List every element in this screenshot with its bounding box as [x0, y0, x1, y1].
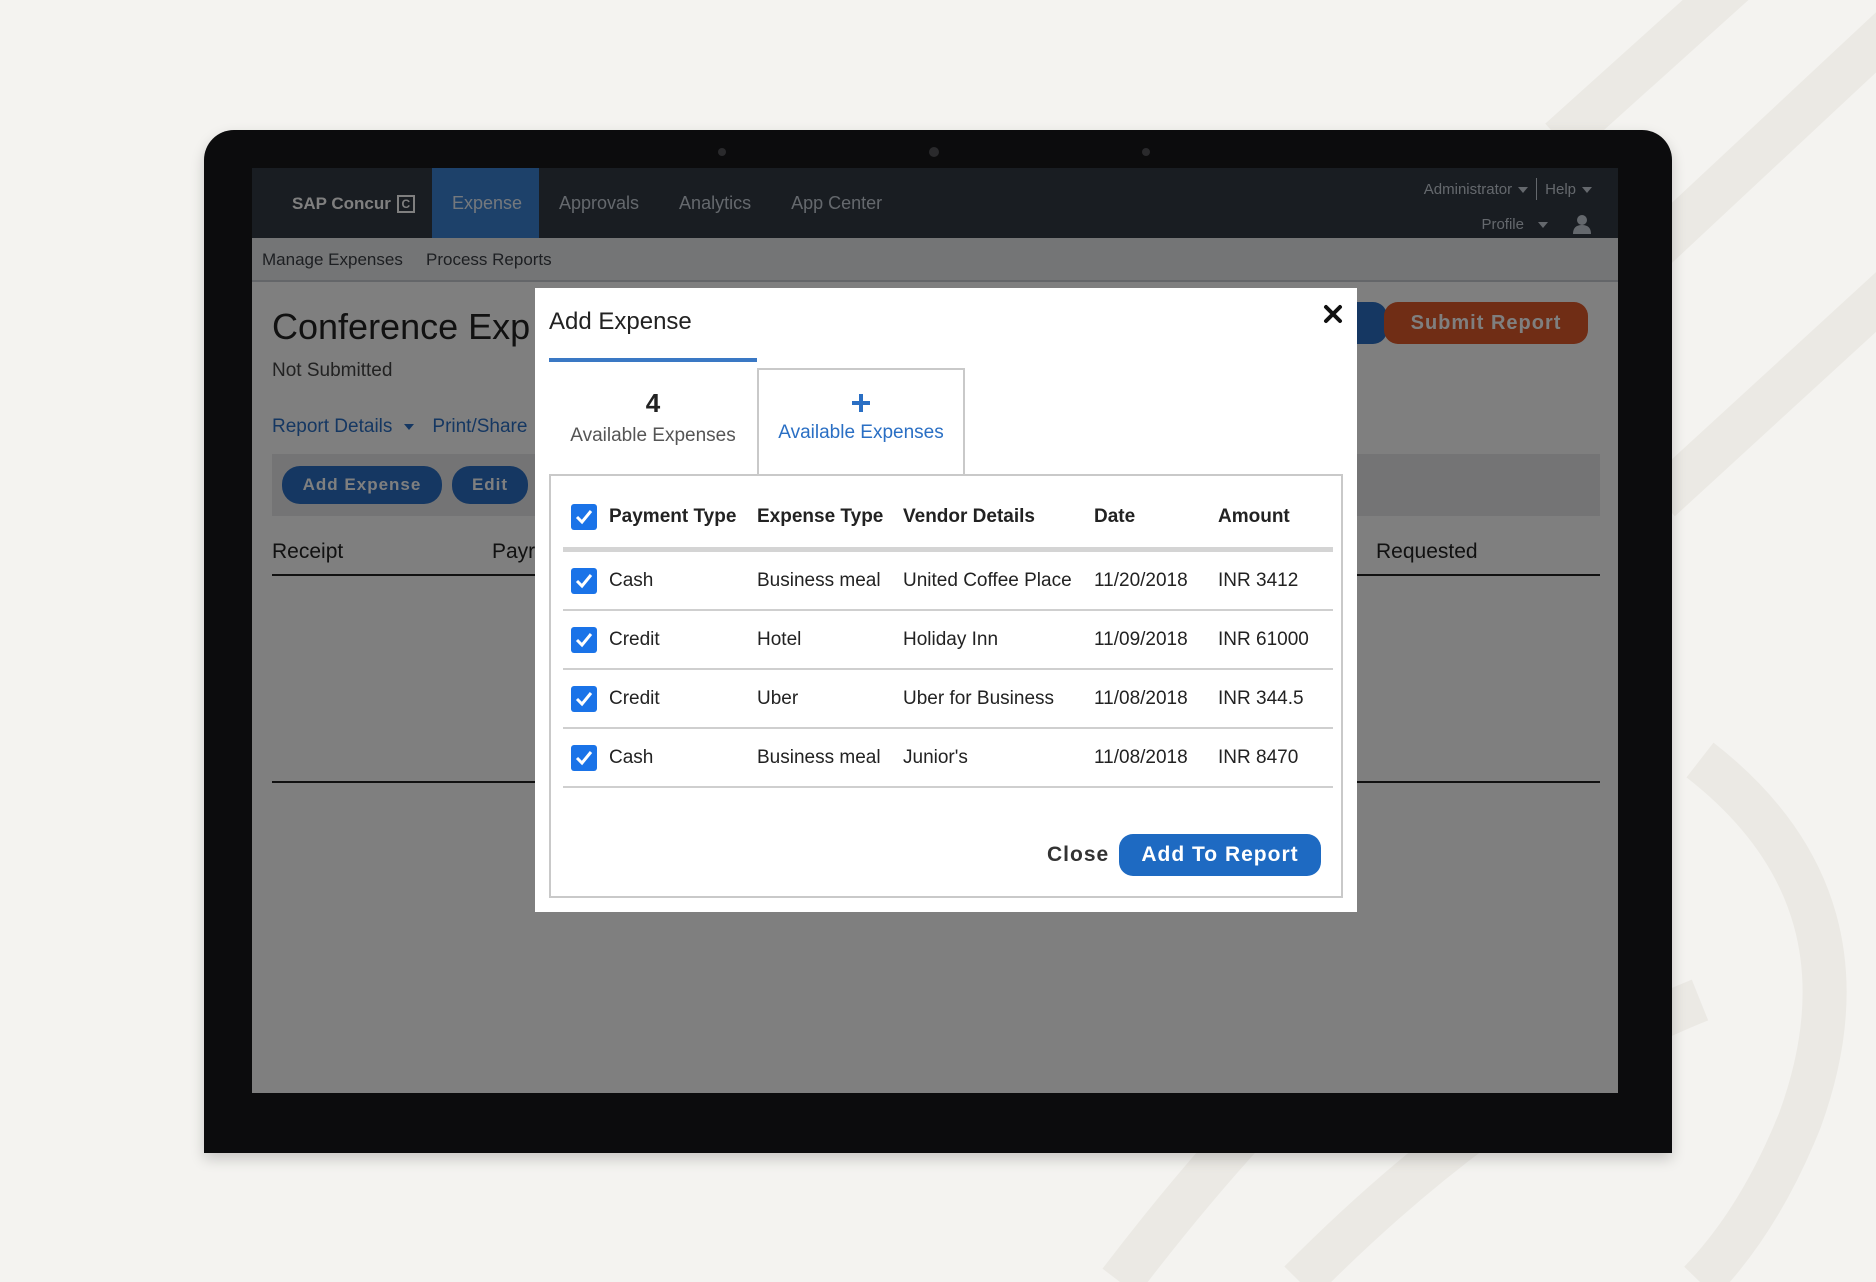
- tab-label: Available Expenses: [778, 422, 944, 443]
- laptop-camera: [929, 147, 939, 157]
- checkmark-icon: [575, 509, 593, 524]
- cell-payment-type: Credit: [609, 687, 660, 709]
- cell-expense-type: Business meal: [757, 746, 881, 768]
- cell-vendor: Uber for Business: [903, 687, 1055, 709]
- select-all-checkbox[interactable]: [571, 503, 597, 530]
- available-count: 4: [645, 388, 661, 418]
- cell-expense-type: Hotel: [757, 628, 802, 650]
- cell-amount: INR 3412: [1218, 569, 1299, 591]
- add-to-report-button[interactable]: Add To Report: [1119, 834, 1321, 876]
- cell-vendor: United Coffee Place: [903, 569, 1072, 591]
- row-checkbox[interactable]: [571, 744, 597, 771]
- cell-expense-type: Uber: [757, 687, 799, 709]
- tab-label: Available Expenses: [570, 425, 736, 446]
- table-row[interactable]: Credit Hotel Holiday Inn 11/09/2018 INR …: [563, 611, 1333, 670]
- header-amount: Amount: [1218, 505, 1290, 527]
- checkmark-icon: [575, 632, 593, 647]
- cell-payment-type: Cash: [609, 569, 654, 591]
- close-icon[interactable]: [1321, 302, 1345, 326]
- checkmark-icon: [575, 573, 593, 588]
- plus-icon: [852, 394, 870, 412]
- dialog-title: Add Expense: [549, 308, 692, 335]
- cell-expense-type: Business meal: [757, 569, 881, 591]
- checkmark-icon: [575, 691, 593, 706]
- header-payment-type: Payment Type: [609, 505, 737, 527]
- cell-payment-type: Cash: [609, 746, 654, 768]
- close-button[interactable]: Close: [1047, 843, 1109, 867]
- table-header: Payment Type Expense Type Vendor Details…: [563, 486, 1333, 552]
- cell-payment-type: Credit: [609, 628, 660, 650]
- cell-amount: INR 344.5: [1218, 687, 1304, 709]
- add-expense-dialog: Add Expense 4 Available Expenses Availab…: [535, 288, 1357, 912]
- header-vendor-details: Vendor Details: [903, 505, 1035, 527]
- cell-date: 11/08/2018: [1094, 687, 1188, 709]
- cell-date: 11/08/2018: [1094, 746, 1188, 768]
- row-checkbox[interactable]: [571, 626, 597, 653]
- cell-amount: INR 61000: [1218, 628, 1309, 650]
- table-row[interactable]: Cash Business meal Junior's 11/08/2018 I…: [563, 729, 1333, 788]
- laptop-sensor: [1142, 148, 1150, 156]
- row-checkbox[interactable]: [571, 567, 597, 594]
- cell-date: 11/20/2018: [1094, 569, 1188, 591]
- cell-amount: INR 8470: [1218, 746, 1299, 768]
- cell-vendor: Junior's: [903, 746, 968, 768]
- cell-date: 11/09/2018: [1094, 628, 1188, 650]
- cell-vendor: Holiday Inn: [903, 628, 999, 650]
- header-expense-type: Expense Type: [757, 505, 884, 527]
- table-row[interactable]: Cash Business meal United Coffee Place 1…: [563, 552, 1333, 611]
- table-row[interactable]: Credit Uber Uber for Business 11/08/2018…: [563, 670, 1333, 729]
- row-checkbox[interactable]: [571, 685, 597, 712]
- tab-add-available-expenses[interactable]: Available Expenses: [757, 368, 965, 474]
- tab-available-expenses[interactable]: 4 Available Expenses: [549, 358, 757, 470]
- laptop-sensor: [718, 148, 726, 156]
- header-date: Date: [1094, 505, 1136, 527]
- checkmark-icon: [575, 750, 593, 765]
